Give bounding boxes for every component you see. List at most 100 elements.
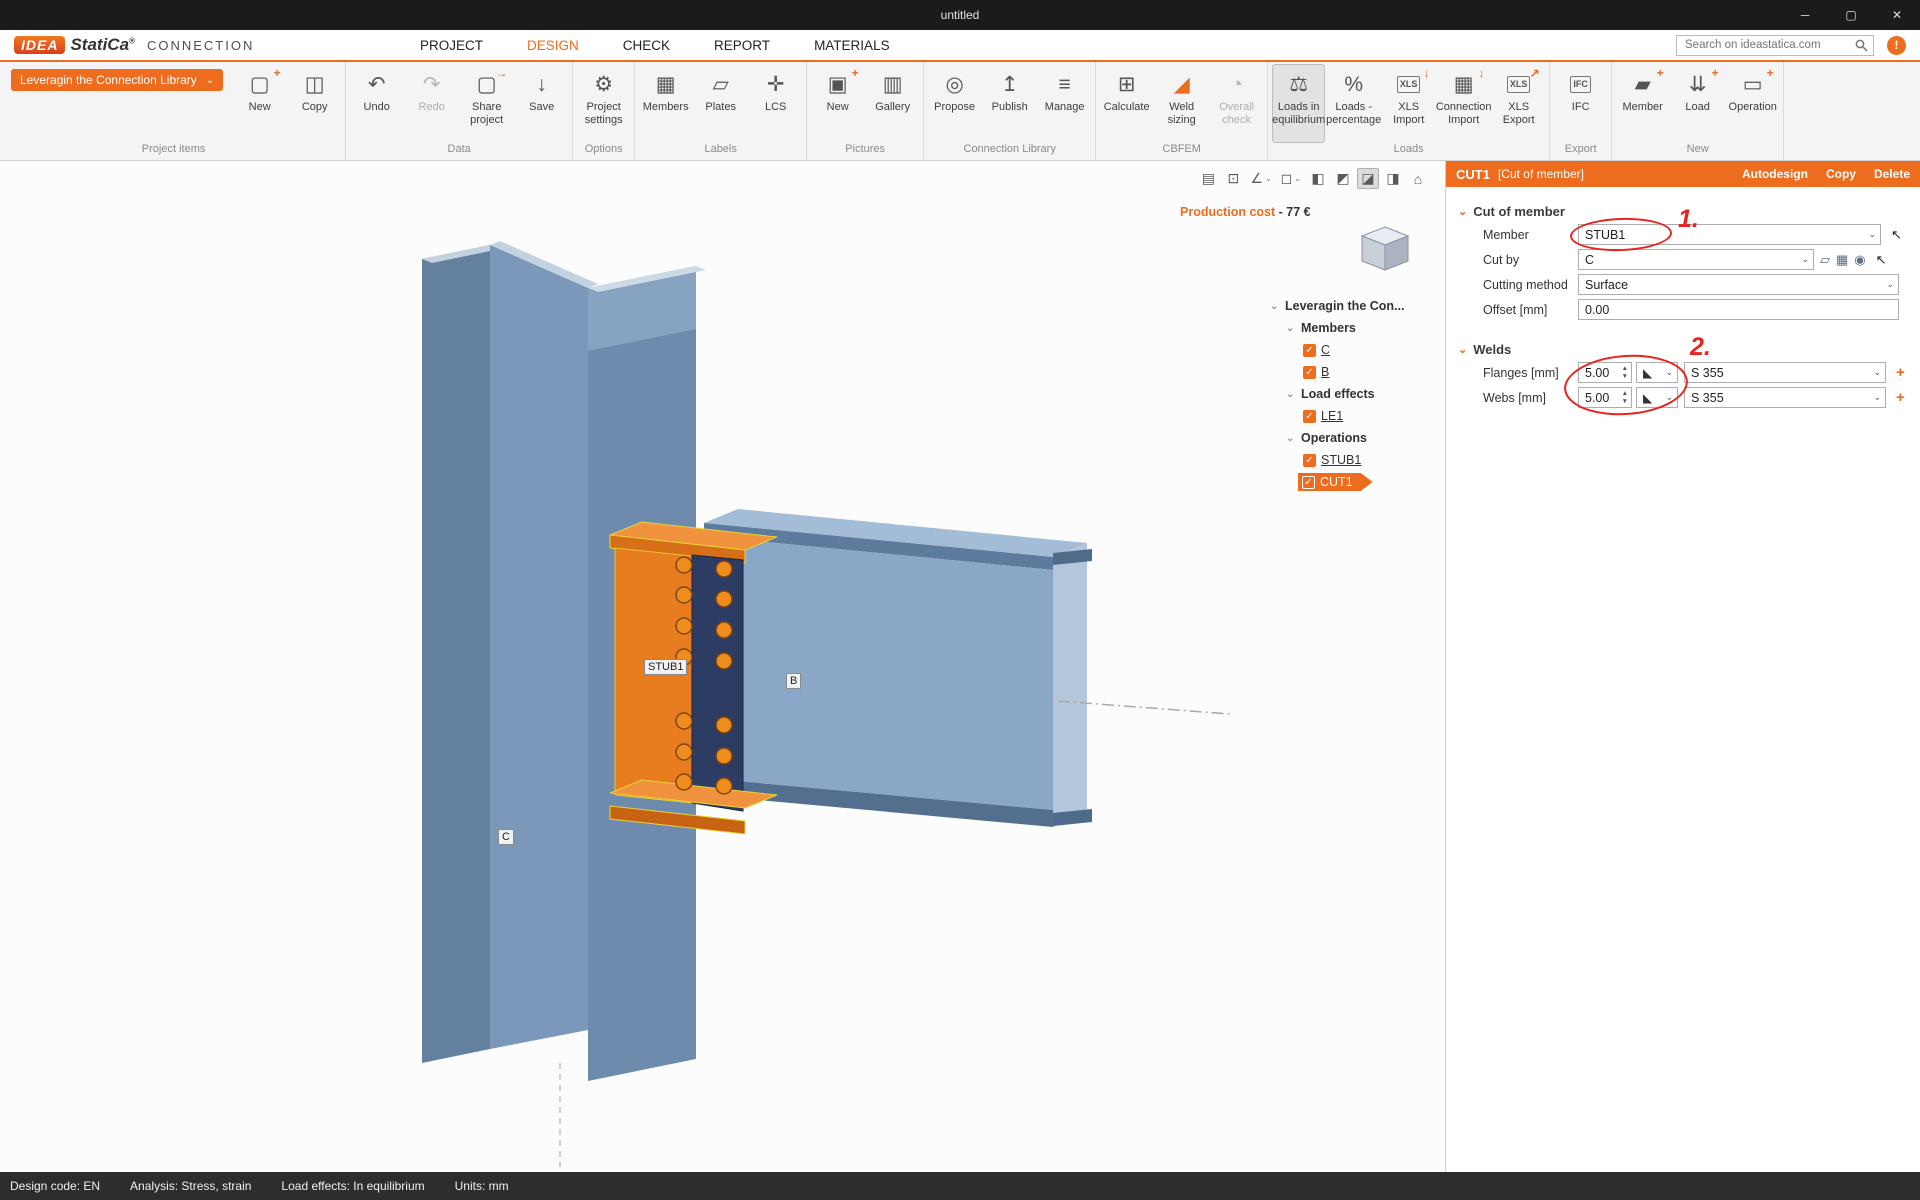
autodesign-button[interactable]: Autodesign — [1742, 167, 1808, 181]
ribbon-button-loads-percentage[interactable]: %Loads - percentage — [1327, 64, 1380, 143]
tab-design[interactable]: DESIGN — [527, 38, 579, 53]
ribbon-button-new[interactable]: ▣+New — [811, 64, 864, 143]
zoom-fit-icon[interactable]: ⊡ — [1222, 168, 1244, 189]
search-box[interactable] — [1676, 35, 1874, 56]
clipping-box-icon[interactable]: ◻⌄ — [1278, 168, 1304, 189]
ribbon-button-lcs[interactable]: ✛LCS — [749, 64, 802, 143]
view-section-icon[interactable]: ◨ — [1382, 168, 1404, 189]
grid-pick-icon[interactable]: ▦ — [1836, 252, 1848, 268]
tree-selected-cut1[interactable]: ✓CUT1 — [1270, 471, 1442, 493]
tree-item-b[interactable]: ✓B — [1270, 361, 1442, 383]
search-input[interactable] — [1685, 39, 1855, 51]
collapse-icon[interactable]: ⌄ — [1286, 433, 1296, 444]
checkbox-checked[interactable]: ✓ — [1303, 344, 1316, 357]
label-column-c[interactable]: C — [498, 829, 514, 845]
cutting-method-select[interactable]: Surface ⌄ — [1578, 274, 1899, 295]
tree-section-operations[interactable]: ⌄Operations — [1270, 427, 1442, 449]
checkbox-checked[interactable]: ✓ — [1302, 476, 1315, 489]
tab-check[interactable]: CHECK — [623, 38, 670, 53]
ribbon-button-weld-sizing[interactable]: ◢Weld sizing — [1155, 64, 1208, 143]
cut-by-select[interactable]: C ⌄ — [1578, 249, 1814, 270]
plate-pick-icon[interactable]: ▱ — [1820, 252, 1830, 268]
tree-section-members[interactable]: ⌄Members — [1270, 317, 1442, 339]
ribbon-button-new[interactable]: ▢+New — [233, 64, 286, 143]
ribbon-button-operation[interactable]: ▭+Operation — [1726, 64, 1779, 143]
scene-3d[interactable] — [0, 161, 1445, 1172]
tab-project[interactable]: PROJECT — [420, 38, 483, 53]
home-view-icon[interactable]: ⌂ — [1407, 168, 1429, 189]
tree-section-load-effects[interactable]: ⌄Load effects — [1270, 383, 1442, 405]
pick-member-icon[interactable]: ↖ — [1891, 227, 1902, 243]
connection-library-dropdown[interactable]: Leveragin the Connection Library⌄ — [11, 69, 223, 91]
ribbon-button-ifc[interactable]: IFCIFC — [1554, 64, 1607, 143]
ribbon-button-loads-in-equilibrium[interactable]: ⚖Loads in equilibrium — [1272, 64, 1325, 143]
spin-down-icon[interactable]: ▼ — [1622, 398, 1628, 405]
flange-weld-size-input[interactable]: 5.00 ▲▼ — [1578, 362, 1632, 383]
tab-report[interactable]: REPORT — [714, 38, 770, 53]
ribbon-button-publish[interactable]: ↥Publish — [983, 64, 1036, 143]
checkbox-checked[interactable]: ✓ — [1303, 454, 1316, 467]
label-beam-b[interactable]: B — [786, 673, 801, 689]
spin-up-icon[interactable]: ▲ — [1622, 365, 1628, 372]
spin-up-icon[interactable]: ▲ — [1622, 390, 1628, 397]
notification-icon[interactable]: ! — [1887, 36, 1906, 55]
ribbon-button-share-project[interactable]: ▢→Share project — [460, 64, 513, 143]
add-web-weld-button[interactable]: + — [1896, 389, 1905, 406]
web-material-select[interactable]: S 355 ⌄ — [1684, 387, 1886, 408]
ribbon-button-xls-export[interactable]: XLS↗XLS Export — [1492, 64, 1545, 143]
ribbon-button-propose[interactable]: ◎Propose — [928, 64, 981, 143]
add-flange-weld-button[interactable]: + — [1896, 364, 1905, 381]
ribbon-button-connection-import[interactable]: ▦↓Connection Import — [1437, 64, 1490, 143]
web-weld-type-select[interactable]: ◣ ⌄ — [1636, 387, 1678, 408]
pick-cut-by-icon[interactable]: ↖ — [1876, 252, 1887, 268]
offset-input[interactable]: 0.00 — [1578, 299, 1899, 320]
collapse-icon[interactable]: ⌄ — [1286, 389, 1296, 400]
web-weld-size-input[interactable]: 5.00 ▲▼ — [1578, 387, 1632, 408]
section-cut-of-member[interactable]: ⌄ Cut of member — [1446, 201, 1920, 221]
display-mode-icon[interactable]: ▤ — [1197, 168, 1219, 189]
close-icon[interactable]: ✕ — [1874, 0, 1920, 30]
ribbon-button-load[interactable]: ⇊+Load — [1671, 64, 1724, 143]
ribbon-button-copy[interactable]: ◫Copy — [288, 64, 341, 143]
ribbon-button-members[interactable]: ▦Members — [639, 64, 692, 143]
maximize-icon[interactable]: ▢ — [1828, 0, 1874, 30]
beam-member-b[interactable] — [704, 509, 1092, 827]
solid-pick-icon[interactable]: ◉ — [1854, 252, 1865, 268]
flange-material-select[interactable]: S 355 ⌄ — [1684, 362, 1886, 383]
ribbon-button-project-settings[interactable]: ⚙Project settings — [577, 64, 630, 143]
tree-item-stub1[interactable]: ✓STUB1 — [1270, 449, 1442, 471]
minimize-icon[interactable]: ─ — [1782, 0, 1828, 30]
measure-icon[interactable]: ∠⌄ — [1247, 168, 1274, 189]
ribbon-button-plates[interactable]: ▱Plates — [694, 64, 747, 143]
view-top-icon[interactable]: ◧ — [1307, 168, 1329, 189]
view-solid-icon[interactable]: ◪ — [1357, 168, 1379, 189]
tree-item-le1[interactable]: ✓LE1 — [1270, 405, 1442, 427]
chevron-down-icon: ⌄ — [1868, 229, 1876, 240]
ribbon-button-save[interactable]: ↓Save — [515, 64, 568, 143]
ribbon-button-xls-import[interactable]: XLS↓XLS Import — [1382, 64, 1435, 143]
ribbon-button-manage[interactable]: ≡Manage — [1038, 64, 1091, 143]
ribbon-button-undo[interactable]: ↶Undo — [350, 64, 403, 143]
tree-root-leveragin-the-con[interactable]: ⌄Leveragin the Con... — [1270, 295, 1442, 317]
checkbox-checked[interactable]: ✓ — [1303, 410, 1316, 423]
ribbon-button-gallery[interactable]: ▥Gallery — [866, 64, 919, 143]
selected-operation-banner[interactable]: ✓CUT1 — [1298, 473, 1373, 491]
navigation-cube[interactable] — [1356, 223, 1414, 275]
delete-operation-button[interactable]: Delete — [1874, 167, 1910, 181]
label-stub1[interactable]: STUB1 — [644, 659, 687, 675]
tab-materials[interactable]: MATERIALS — [814, 38, 890, 53]
collapse-icon[interactable]: ⌄ — [1286, 323, 1296, 334]
section-welds[interactable]: ⌄ Welds — [1446, 339, 1920, 359]
member-select[interactable]: STUB1 ⌄ — [1578, 224, 1881, 245]
ribbon-button-member[interactable]: ▰+Member — [1616, 64, 1669, 143]
ribbon-button-calculate[interactable]: ⊞Calculate — [1100, 64, 1153, 143]
viewport-3d[interactable]: ▤⊡∠⌄◻⌄◧◩◪◨⌂ Production cost - 77 € ⌄Leve… — [0, 161, 1445, 1172]
view-front-icon[interactable]: ◩ — [1332, 168, 1354, 189]
spin-down-icon[interactable]: ▼ — [1622, 373, 1628, 380]
new-operation-icon: ▭ — [1743, 74, 1763, 95]
tree-item-c[interactable]: ✓C — [1270, 339, 1442, 361]
checkbox-checked[interactable]: ✓ — [1303, 366, 1316, 379]
flange-weld-type-select[interactable]: ◣ ⌄ — [1636, 362, 1678, 383]
copy-operation-button[interactable]: Copy — [1826, 167, 1856, 181]
collapse-icon[interactable]: ⌄ — [1270, 301, 1280, 312]
